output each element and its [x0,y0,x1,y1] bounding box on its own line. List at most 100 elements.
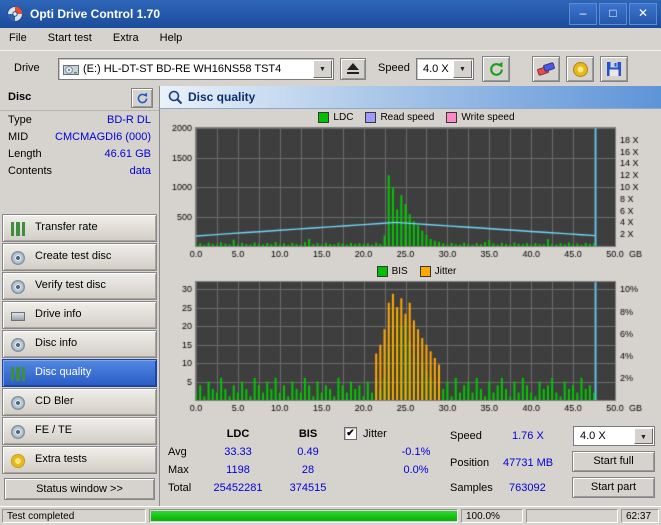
refresh-icon [489,61,503,76]
avg-row-label: Avg [168,446,187,458]
sidebar-item-label: Extra tests [35,453,87,465]
ldc-column-header: LDC [226,428,250,440]
elapsed-time: 62:37 [621,509,659,523]
speed-stat-value: 1.76 X [512,430,544,442]
speed-label: Speed [378,62,410,74]
eject-button[interactable] [340,58,366,80]
drive-icon [63,65,79,75]
sidebar-item-label: Disc info [35,337,78,349]
extra-tests-icon [11,454,25,468]
minimize-button[interactable]: – [569,3,597,25]
bis-column-header: BIS [298,428,318,440]
sidebar-item-label: CD Bler [35,395,74,407]
avg-jitter-value: -0.1% [401,446,431,458]
ldc-legend-swatch [318,111,330,123]
disc-quality-icon [11,367,25,381]
drive-value: (E:) HL-DT-ST BD-RE WH16NS58 TST4 [83,63,282,75]
jitter-checkbox[interactable]: ✔ [344,427,357,440]
speed-stat-select-value: 4.0 X [580,430,606,442]
sidebar-item-extra-tests[interactable]: Extra tests [2,446,157,474]
settings-button[interactable] [566,56,594,82]
disc-refresh-button[interactable] [131,88,153,108]
stats-panel: LDC BIS ✔ Jitter Avg 33.33 0.49 -0.1% Ma… [160,418,661,506]
sidebar-item-label: FE / TE [35,424,73,436]
sidebar-item-transfer-rate[interactable]: Transfer rate [2,214,157,242]
samples-stat-value: 763092 [509,482,546,494]
disc-info-row: Contents data [8,165,151,182]
sidebar-item-label: Create test disc [35,250,112,262]
menu-start-test[interactable]: Start test [39,28,101,47]
drive-info-icon [11,312,25,321]
sidebar-item-disc-info[interactable]: Disc info [2,330,157,358]
sidebar-item-label: Disc quality [35,366,92,378]
disc-info-icon [11,338,25,352]
refresh-button[interactable] [482,56,510,82]
disc-panel-header: Disc [0,86,159,111]
samples-stat-label: Samples [450,482,493,494]
status-bar: Test completed 100.0% 62:37 [0,506,661,525]
gear-icon [572,61,588,77]
disc-length-label: Length [8,148,42,160]
bis-legend-label: BIS [391,265,408,277]
ldc-legend-label: LDC [333,111,354,123]
menu-extra[interactable]: Extra [104,28,148,47]
progress-percent: 100.0% [461,509,523,523]
total-ldc-value: 25452281 [213,482,263,494]
transfer-rate-icon [11,222,25,236]
sidebar: Disc Type BD-R DL MID CMCMAGDI6 (000) Le… [0,86,160,506]
fe-te-icon [11,425,25,439]
max-bis-value: 28 [301,464,315,476]
speed-dropdown-arrow[interactable]: ▼ [453,60,472,78]
bis-chart [163,278,657,416]
progress-fill [151,511,457,521]
speed-stat-select[interactable]: 4.0 X ▼ [573,426,655,446]
speed-value: 4.0 X [423,63,449,75]
jitter-legend-swatch [419,265,431,277]
ldc-chart-legend: LDC Read speed Write speed [160,110,661,124]
eraser-icon [537,62,555,76]
sidebar-item-cd-bler[interactable]: CD Bler [2,388,157,416]
position-stat-value: 47731 MB [503,457,554,469]
disc-quality-header-icon [168,90,183,105]
status-window-button[interactable]: Status window >> [4,478,155,500]
sidebar-item-label: Verify test disc [35,279,106,291]
sidebar-item-disc-quality[interactable]: Disc quality [2,359,157,387]
save-icon [607,62,621,76]
disc-contents-label: Contents [8,165,53,177]
speed-select[interactable]: 4.0 X ▼ [416,58,474,80]
max-ldc-value: 1198 [226,464,250,476]
main-panel: Disc quality LDC Read speed Write speed … [160,86,661,506]
sidebar-item-label: Transfer rate [35,221,98,233]
avg-ldc-value: 33.33 [224,446,252,458]
cd-bler-icon [11,396,25,410]
sidebar-item-create-test-disc[interactable]: Create test disc [2,243,157,271]
sidebar-item-fe-te[interactable]: FE / TE [2,417,157,445]
ldc-chart [163,124,657,262]
speed-stat-select-arrow[interactable]: ▼ [634,428,653,444]
disc-refresh-icon [137,92,147,103]
menu-help[interactable]: Help [151,28,192,47]
menu-file[interactable]: File [0,28,36,47]
app-icon [7,6,23,22]
drive-select[interactable]: (E:) HL-DT-ST BD-RE WH16NS58 TST4 ▼ [58,58,334,80]
avg-bis-value: 0.49 [297,446,319,458]
disc-panel-title: Disc [8,91,32,103]
start-full-button[interactable]: Start full [572,451,655,472]
close-button[interactable]: ✕ [629,3,657,25]
maximize-button[interactable]: □ [599,3,627,25]
start-part-button[interactable]: Start part [572,477,655,498]
read-speed-legend-label: Read speed [380,111,435,123]
eject-icon [341,63,365,74]
drive-dropdown-arrow[interactable]: ▼ [313,60,332,78]
sidebar-item-verify-test-disc[interactable]: Verify test disc [2,272,157,300]
create-test-disc-icon [11,251,25,265]
sidebar-item-drive-info[interactable]: Drive info [2,301,157,329]
verify-test-disc-icon [11,280,25,294]
menu-bar: File Start test Extra Help [0,28,661,50]
save-button[interactable] [600,56,628,82]
read-speed-legend-swatch [365,111,377,123]
drive-label: Drive [14,62,40,74]
disc-contents-value: data [129,165,151,177]
erase-disc-button[interactable] [532,56,560,82]
window-title: Opti Drive Control 1.70 [30,7,161,21]
